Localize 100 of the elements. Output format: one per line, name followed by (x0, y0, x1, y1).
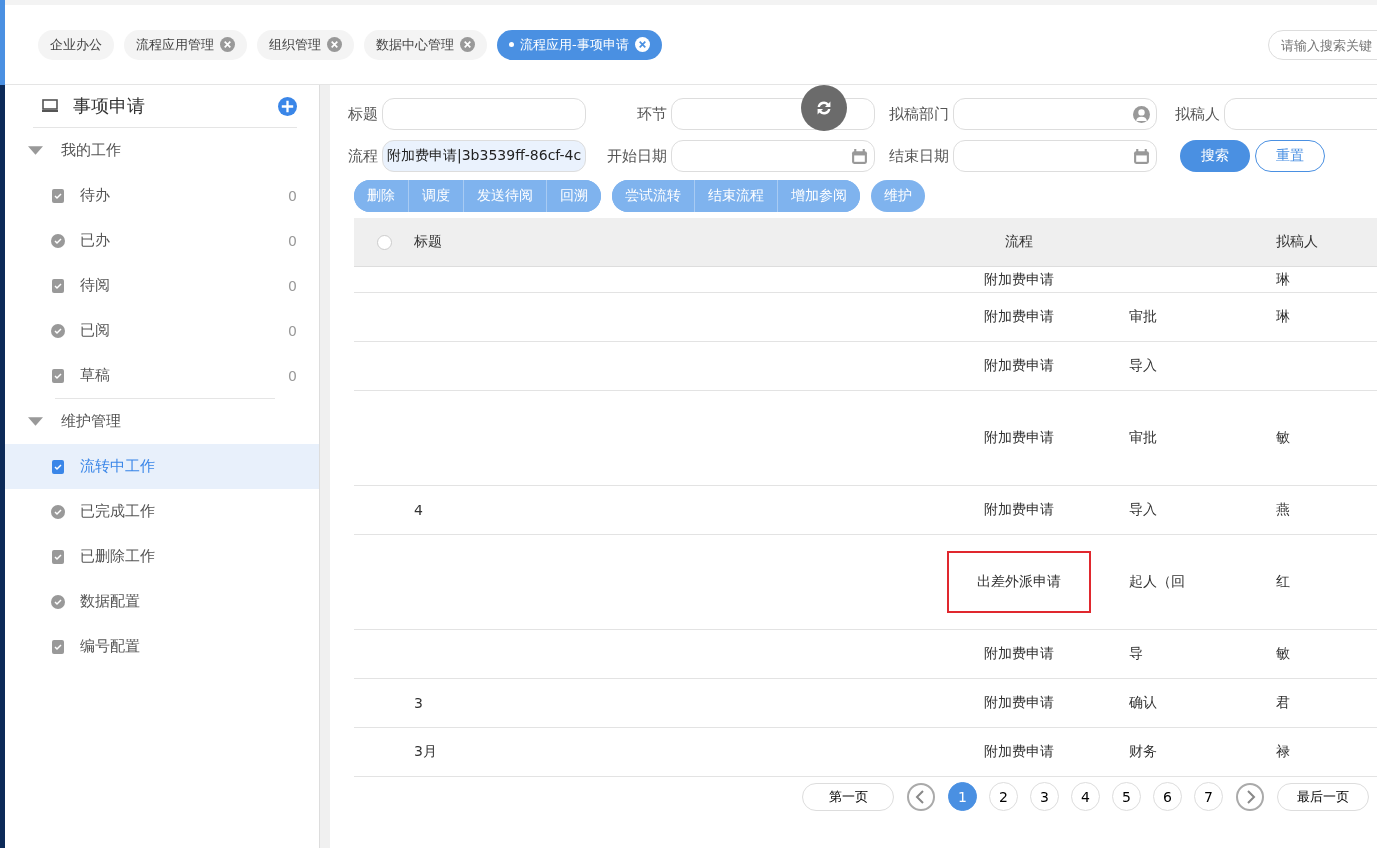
item-icon (50, 503, 66, 520)
item-icon (50, 548, 66, 565)
table-cell: 禄 (1276, 743, 1290, 759)
calendar-icon (851, 147, 868, 165)
table-cell: 附加费申请 (984, 270, 1054, 287)
table-cell: 附加费申请 (984, 501, 1054, 517)
sidebar-item[interactable]: 数据配置 (5, 579, 319, 624)
table-cell: 敏 (1276, 429, 1290, 445)
input-field[interactable] (671, 140, 875, 172)
item-count: 0 (288, 277, 297, 294)
sidebar-item[interactable]: 已完成工作 (5, 489, 319, 534)
sidebar-item[interactable]: 待阅 0 (5, 263, 319, 308)
sidebar-item[interactable]: 已阅 0 (5, 308, 319, 353)
column-header: 流程 (1004, 233, 1034, 251)
table-cell: 琳 (1276, 270, 1290, 287)
item-icon (50, 458, 66, 475)
table-cell: 导入 (1129, 357, 1157, 373)
sidebar-item[interactable]: 编号配置 (5, 624, 319, 669)
field-label: 开始日期 (607, 146, 667, 166)
field-label: 拟稿人 (1175, 104, 1220, 124)
page-button[interactable]: 3 (1030, 782, 1059, 811)
item-icon (50, 232, 66, 249)
add-icon[interactable] (278, 96, 297, 116)
field-label: 结束日期 (889, 146, 949, 166)
table-cell: 审批 (1129, 429, 1157, 445)
last-page-button[interactable]: 最后一页 (1277, 782, 1369, 811)
close-icon[interactable] (220, 37, 235, 52)
item-icon (50, 322, 66, 339)
field-label: 环节 (637, 104, 667, 124)
table-cell: 3月 (414, 743, 437, 759)
item-count: 0 (288, 187, 297, 204)
calendar-icon (1133, 147, 1150, 165)
input-field[interactable] (1224, 98, 1377, 130)
table-cell: 附加费申请 (984, 429, 1054, 445)
tab[interactable]: 企业办公 (38, 29, 114, 60)
table-cell: 财务 (1129, 743, 1157, 759)
first-page-button[interactable]: 第一页 (802, 782, 894, 811)
sidebar-item[interactable]: 已办 0 (5, 218, 319, 263)
input-field[interactable] (953, 98, 1157, 130)
table-cell: 附加费申请 (984, 645, 1054, 661)
field-label: 标题 (348, 104, 378, 124)
page-button[interactable]: 5 (1112, 782, 1141, 811)
table-cell: 敏 (1276, 645, 1290, 661)
table-cell: 附加费申请 (984, 694, 1054, 710)
table-cell: 琳 (1276, 308, 1290, 324)
table-cell: 红 (1276, 573, 1290, 589)
table-cell: 导 (1129, 645, 1143, 661)
sidebar-item[interactable]: 草稿 0 (5, 353, 319, 398)
refresh-button[interactable] (801, 85, 847, 131)
page-button[interactable]: 7 (1194, 782, 1223, 811)
tab[interactable]: 数据中心管理 (364, 29, 487, 60)
input-field[interactable] (953, 140, 1157, 172)
page-button[interactable]: 4 (1071, 782, 1100, 811)
monitor-icon (41, 98, 59, 114)
input-field[interactable] (671, 98, 875, 130)
sidebar-group[interactable]: 维护管理 (5, 399, 319, 444)
search-field[interactable]: 请输入搜索关键 (1268, 30, 1377, 60)
sidebar-group[interactable]: 我的工作 (5, 128, 319, 173)
page-button[interactable]: 2 (989, 782, 1018, 811)
tab[interactable]: 流程应用管理 (124, 29, 247, 60)
tab[interactable]: 组织管理 (257, 29, 354, 60)
item-icon (50, 367, 66, 384)
field-label: 流程 (348, 146, 378, 166)
table-cell: 导入 (1129, 501, 1157, 517)
item-count: 0 (288, 232, 297, 249)
field-label: 拟稿部门 (889, 104, 949, 124)
close-icon[interactable] (460, 37, 475, 52)
column-header: 标题 (414, 233, 443, 251)
item-icon (50, 638, 66, 655)
column-header: 拟稿人 (1275, 233, 1319, 251)
group-label: 我的工作 (61, 141, 121, 160)
sidebar-item[interactable]: 已删除工作 (5, 534, 319, 579)
item-count: 0 (288, 322, 297, 339)
table-cell: 附加费申请 (984, 357, 1054, 373)
page-button[interactable]: 6 (1153, 782, 1182, 811)
table-cell: 审批 (1129, 308, 1157, 324)
sidebar-title: 事项申请 (73, 94, 146, 118)
table-cell: 起人（回 (1129, 573, 1185, 589)
table-cell: 君 (1276, 694, 1290, 710)
user-icon (1133, 105, 1150, 123)
item-icon (50, 593, 66, 610)
item-icon (50, 277, 66, 294)
select-all-checkbox[interactable] (376, 234, 392, 250)
table-cell: 3 (414, 695, 423, 711)
previous-page-icon[interactable] (907, 782, 935, 811)
input-field[interactable] (382, 98, 586, 130)
table-cell: 出差外派申请 (947, 551, 1091, 613)
table-cell: 附加费申请 (984, 743, 1054, 759)
close-icon[interactable] (634, 37, 650, 52)
table-cell: 确认 (1129, 694, 1157, 710)
next-page-icon[interactable] (1236, 782, 1264, 811)
table-cell: 4 (414, 502, 423, 518)
group-label: 维护管理 (61, 412, 121, 431)
table-cell: 附加费申请 (984, 308, 1054, 324)
table-cell: 燕 (1276, 501, 1290, 517)
input-field[interactable]: 附加费申请|3b3539ff-86cf-4c (382, 140, 586, 172)
item-count: 0 (288, 367, 297, 384)
close-icon[interactable] (327, 37, 342, 52)
item-icon (50, 187, 66, 204)
sidebar-item[interactable]: 待办 0 (5, 173, 319, 218)
